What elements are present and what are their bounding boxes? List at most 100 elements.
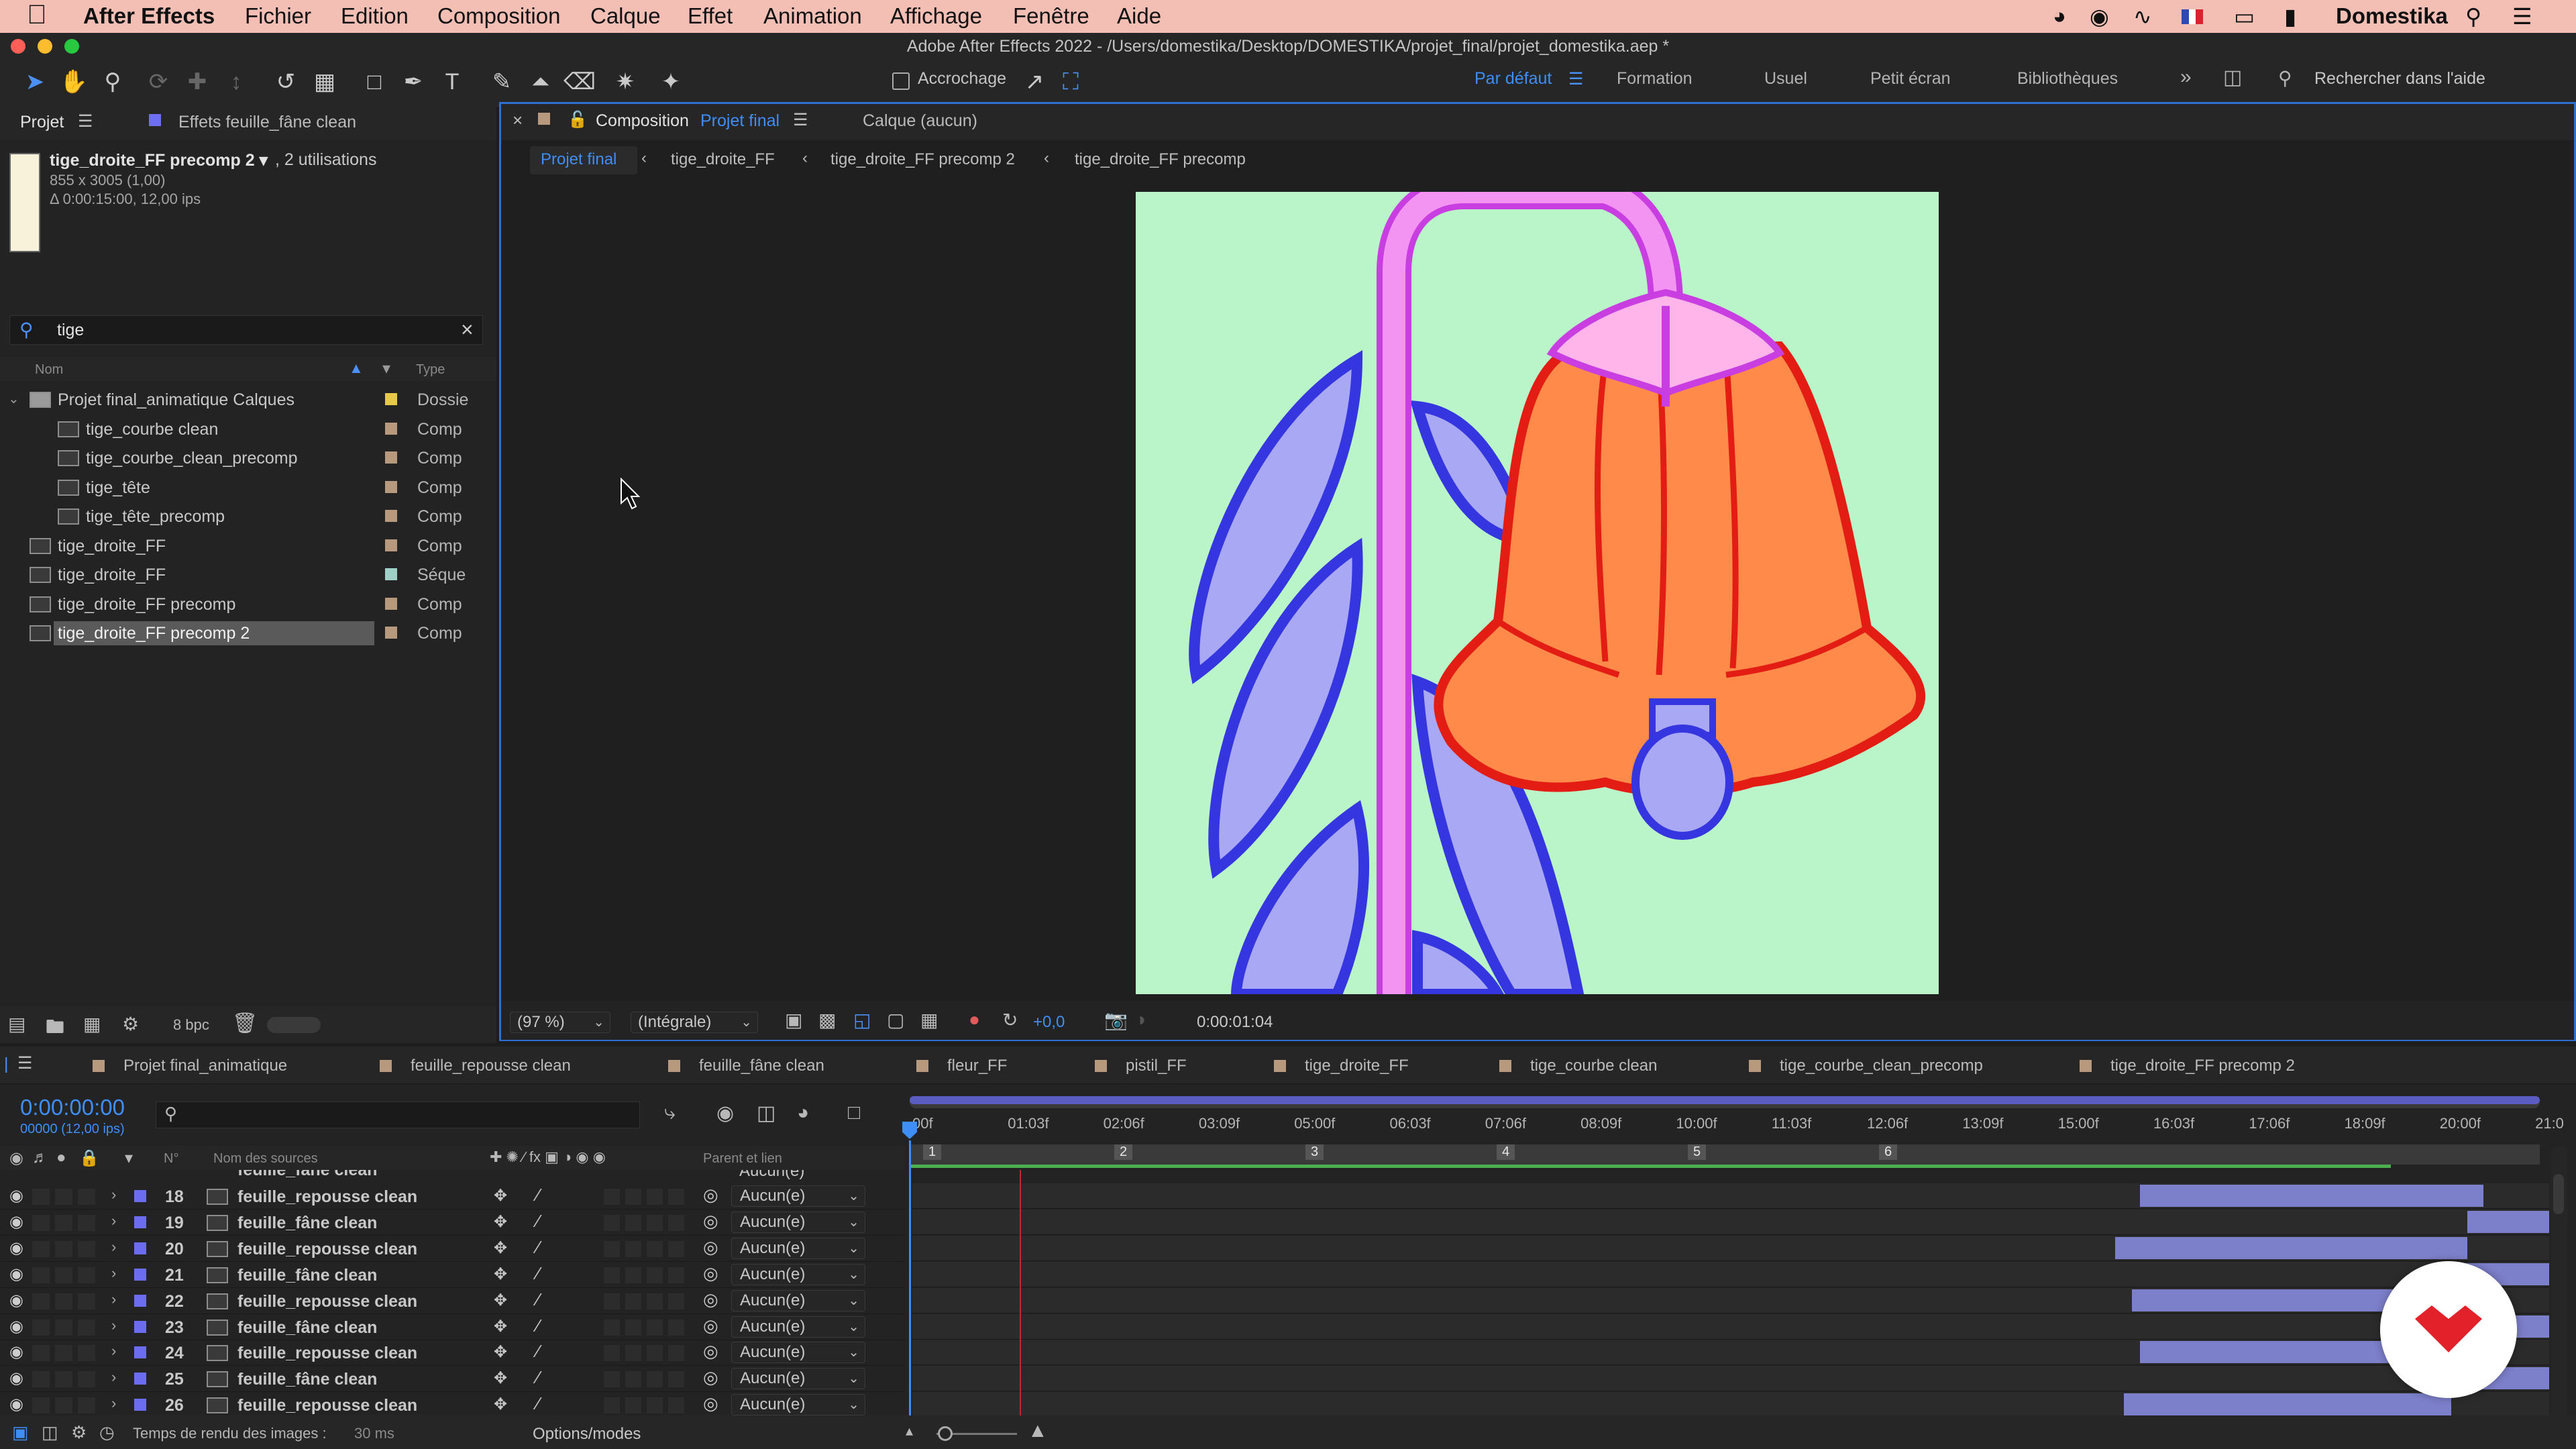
motion-blur-icon[interactable]: ◕ [797, 1102, 809, 1124]
search-help-icon[interactable]: ⚲ [2278, 67, 2292, 89]
timeline-tab[interactable]: Projet final_animatique [123, 1057, 287, 1075]
quality-switch-icon[interactable]: ⁄ [537, 1289, 539, 1310]
timeline-tab[interactable]: tige_courbe_clean_precomp [1780, 1057, 1983, 1075]
motion-box[interactable] [647, 1214, 663, 1231]
snap-features-icon[interactable]: ⛶ [1056, 67, 1085, 97]
rectangle-tool-icon[interactable]: □ [360, 67, 389, 97]
layer-name[interactable]: feuille_fâne clean [237, 1318, 377, 1338]
comp-marker[interactable]: 4 [1497, 1144, 1515, 1160]
video-toggle-icon[interactable]: ◉ [9, 1148, 23, 1168]
blend-box[interactable] [625, 1345, 641, 1362]
visibility-eye-icon[interactable]: ◉ [9, 1265, 23, 1284]
adjust-box[interactable] [668, 1240, 684, 1257]
motion-box[interactable] [647, 1371, 663, 1388]
clone-stamp-tool-icon[interactable]: ⏶ [526, 67, 555, 97]
shy-box[interactable] [78, 1267, 95, 1283]
roto-brush-tool-icon[interactable]: ✷ [610, 67, 640, 97]
layer-duration-bar[interactable] [2140, 1185, 2484, 1207]
layer-row[interactable]: ◉ › 22 feuille_repousse clean ✥ ⁄ ◎ Aucun(e) ⌄ [0, 1288, 906, 1314]
comp-marker[interactable]: 3 [1305, 1144, 1324, 1160]
solo-box[interactable] [32, 1189, 50, 1205]
graph-editor-icon[interactable]: □ [848, 1102, 860, 1124]
zoom-out-timeline-icon[interactable]: ▴ [906, 1422, 913, 1440]
visibility-eye-icon[interactable]: ◉ [9, 1238, 23, 1258]
layer-name[interactable]: feuille_repousse clean [237, 1187, 417, 1207]
bit-depth-button[interactable]: 8 bpc [173, 1016, 209, 1034]
tab-project[interactable]: Projet [20, 113, 64, 132]
breadcrumb-projet-final[interactable]: Projet final [541, 150, 616, 169]
layer-disclosure-icon[interactable]: › [111, 1317, 116, 1334]
layer-duration-bar[interactable] [2115, 1236, 2467, 1259]
layer-row[interactable]: ◉ › 26 feuille_repousse clean ✥ ⁄ ◎ Aucun(e) ⌄ [0, 1392, 906, 1419]
label-color-swatch[interactable] [385, 627, 397, 639]
visibility-eye-icon[interactable]: ◉ [9, 1212, 23, 1232]
visibility-eye-icon[interactable]: ◉ [9, 1291, 23, 1310]
timeline-tab[interactable]: feuille_fâne clean [699, 1057, 824, 1075]
lock-box[interactable] [55, 1189, 72, 1205]
layer-row[interactable]: ◉ › 19 feuille_fâne clean ✥ ⁄ ◎ Aucun(e) ⌄ [0, 1210, 906, 1236]
comp-marker[interactable]: 6 [1879, 1144, 1898, 1160]
label-color-swatch[interactable] [385, 597, 397, 610]
parent-dropdown[interactable]: Aucun(e) ⌄ [731, 1342, 865, 1364]
layer-disclosure-icon[interactable]: › [111, 1238, 116, 1256]
shy-box[interactable] [78, 1371, 95, 1388]
tab-effects[interactable]: Effets feuille_fâne clean [178, 113, 356, 132]
battery-icon[interactable]: ▮ [2284, 3, 2296, 30]
visibility-eye-icon[interactable]: ◉ [9, 1342, 23, 1362]
layer-disclosure-icon[interactable]: › [111, 1265, 116, 1282]
layer-row[interactable]: ◉ › 25 feuille_fâne clean ✥ ⁄ ◎ Aucun(e) ⌄ [0, 1366, 906, 1393]
parent-dropdown[interactable]: Aucun(e) ⌄ [731, 1263, 865, 1285]
timeline-zoom-handle[interactable] [938, 1426, 953, 1441]
comp-current-time[interactable]: 0:00:01:04 [1197, 1013, 1273, 1032]
blend-box[interactable] [625, 1293, 641, 1309]
layer-row[interactable]: ◉ › 20 feuille_repousse clean ✥ ⁄ ◎ Aucun(e) ⌄ [0, 1236, 906, 1262]
airplay-icon[interactable]: ▭ [2234, 3, 2255, 30]
solo-box[interactable] [32, 1397, 50, 1414]
lock-box[interactable] [55, 1293, 72, 1309]
time-ruler[interactable]: 00f 01:03f 02:06f 03:09f 05:00f 06:03f 07:06f 0… [906, 1095, 2564, 1169]
search-help-input[interactable]: Rechercher dans l'aide [2314, 69, 2485, 89]
layer-name[interactable]: feuille_repousse clean [237, 1344, 417, 1363]
layer-search-input[interactable]: ⚲ [156, 1102, 640, 1128]
app-menu[interactable]: After Effects [83, 3, 215, 29]
close-window-button[interactable] [11, 39, 25, 54]
parent-pickwhip-icon[interactable]: ◎ [703, 1289, 718, 1310]
layer-label-color[interactable] [134, 1268, 146, 1281]
layer-disclosure-icon[interactable]: › [111, 1368, 116, 1386]
collapse-transform-icon[interactable]: ✥ [494, 1291, 507, 1310]
parent-pickwhip-icon[interactable]: ◎ [703, 1185, 718, 1205]
project-settings-icon[interactable]: ⚙ [122, 1013, 139, 1035]
folder-disclosure-icon[interactable]: ⌄ [8, 390, 19, 407]
user-name[interactable]: Domestika [2336, 3, 2448, 29]
color-channels-icon[interactable]: ● [969, 1009, 980, 1030]
transparency-grid-icon[interactable]: ▩ [818, 1009, 836, 1031]
project-item-row[interactable]: tige_droite_FF precomp Comp [0, 591, 496, 618]
layer-label-color[interactable] [134, 1190, 146, 1202]
zoom-window-button[interactable] [64, 39, 79, 54]
adjust-box[interactable] [668, 1397, 684, 1414]
collapse-transform-icon[interactable]: ✥ [494, 1368, 507, 1388]
layer-name[interactable]: feuille_fâne clean [237, 1370, 377, 1389]
adjust-box[interactable] [668, 1189, 684, 1205]
region-of-interest-icon[interactable]: ▢ [887, 1009, 904, 1031]
menu-fenetre[interactable]: Fenêtre [1013, 3, 1089, 29]
collapse-transform-icon[interactable]: ✥ [494, 1265, 507, 1284]
shy-box[interactable] [78, 1214, 95, 1231]
breadcrumb-precomp-2[interactable]: tige_droite_FF precomp 2 [830, 150, 1015, 169]
layer-row[interactable]: ◉ › 21 feuille_fâne clean ✥ ⁄ ◎ Aucun(e) ⌄ [0, 1262, 906, 1288]
fx-box[interactable] [604, 1345, 620, 1362]
render-toggle-icon[interactable]: ▣ [12, 1422, 29, 1443]
blend-box[interactable] [625, 1371, 641, 1388]
parent-pickwhip-icon[interactable]: ◎ [703, 1237, 718, 1258]
layer-label-color[interactable] [134, 1399, 146, 1411]
project-item-row[interactable]: tige_courbe clean Comp [0, 416, 496, 443]
zoom-dropdown[interactable]: (97 %) ⌄ [510, 1012, 610, 1033]
quality-switch-icon[interactable]: ⁄ [537, 1393, 539, 1414]
lock-box[interactable] [55, 1397, 72, 1414]
comp-marker[interactable]: 1 [923, 1144, 942, 1160]
pen-tool-icon[interactable]: ✒ [398, 67, 428, 97]
layer-label-color[interactable] [134, 1320, 146, 1333]
blend-box[interactable] [625, 1397, 641, 1414]
layer-row-partial[interactable]: feuille_fâne clean Aucun(e) [0, 1170, 906, 1182]
parent-pickwhip-icon[interactable]: ◎ [703, 1263, 718, 1284]
